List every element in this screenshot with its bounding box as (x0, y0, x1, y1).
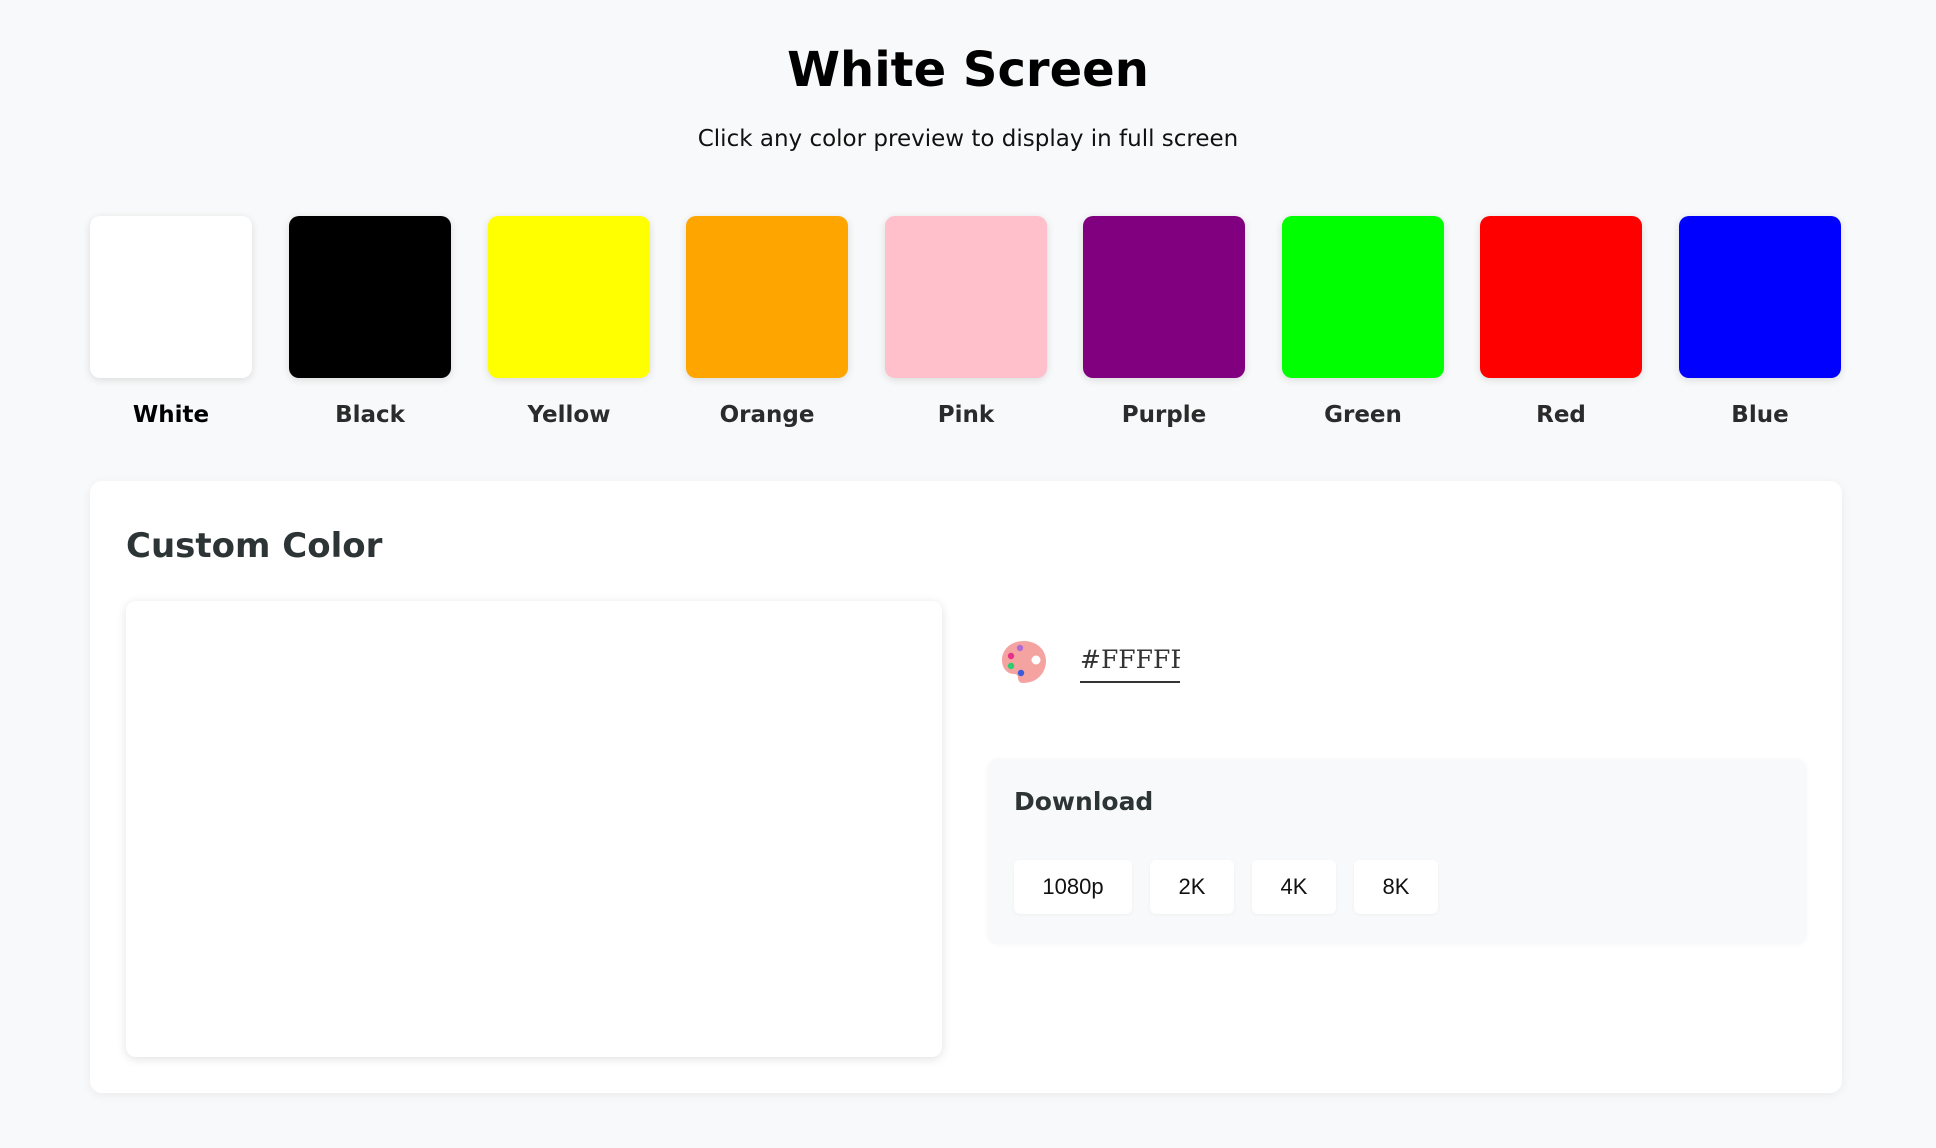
swatch-label: White (132, 402, 210, 428)
swatch-green[interactable]: Green (1282, 216, 1444, 430)
swatch-label: Blue (1731, 402, 1789, 428)
swatch-purple[interactable]: Purple (1083, 216, 1245, 430)
swatch-pink[interactable]: Pink (885, 216, 1047, 430)
swatch-yellow[interactable]: Yellow (488, 216, 650, 430)
download-4k-button[interactable]: 4K (1252, 860, 1336, 914)
swatch-label: Yellow (527, 402, 611, 428)
hex-color-input[interactable] (1080, 637, 1180, 683)
swatch-label: Black (335, 402, 405, 428)
page: White Screen Click any color preview to … (0, 0, 1936, 1148)
swatch-color-preview[interactable] (1282, 216, 1444, 378)
swatch-color-preview[interactable] (1083, 216, 1245, 378)
color-picker-row (998, 631, 1498, 691)
swatch-black[interactable]: Black (289, 216, 451, 430)
swatch-color-preview[interactable] (1480, 216, 1642, 378)
swatch-label: Green (1324, 402, 1402, 428)
custom-color-preview[interactable] (126, 601, 942, 1057)
swatch-label: Purple (1121, 402, 1207, 428)
swatch-color-preview[interactable] (90, 216, 252, 378)
download-panel: Download 1080p 2K 4K 8K (988, 759, 1806, 943)
swatch-orange[interactable]: Orange (686, 216, 848, 430)
swatch-color-preview[interactable] (289, 216, 451, 378)
swatch-blue[interactable]: Blue (1679, 216, 1841, 430)
download-8k-button[interactable]: 8K (1354, 860, 1438, 914)
color-swatches: White Black Yellow Orange Pink Purple Gr… (90, 216, 1844, 436)
swatch-white[interactable]: White (90, 216, 252, 430)
custom-color-title: Custom Color (126, 526, 383, 566)
page-title: White Screen (787, 42, 1149, 98)
swatch-label: Red (1536, 402, 1586, 428)
swatch-color-preview[interactable] (885, 216, 1047, 378)
custom-color-card: Custom Color Download 1080p 2K 4K 8K (90, 481, 1842, 1093)
swatch-color-preview[interactable] (1679, 216, 1841, 378)
download-title: Download (1014, 787, 1154, 816)
swatch-color-preview[interactable] (686, 216, 848, 378)
palette-icon[interactable] (998, 635, 1050, 687)
swatch-label: Pink (937, 402, 995, 428)
swatch-label: Orange (719, 402, 815, 428)
download-2k-button[interactable]: 2K (1150, 860, 1234, 914)
download-1080p-button[interactable]: 1080p (1014, 860, 1132, 914)
swatch-color-preview[interactable] (488, 216, 650, 378)
page-subtitle: Click any color preview to display in fu… (697, 126, 1239, 152)
swatch-red[interactable]: Red (1480, 216, 1642, 430)
